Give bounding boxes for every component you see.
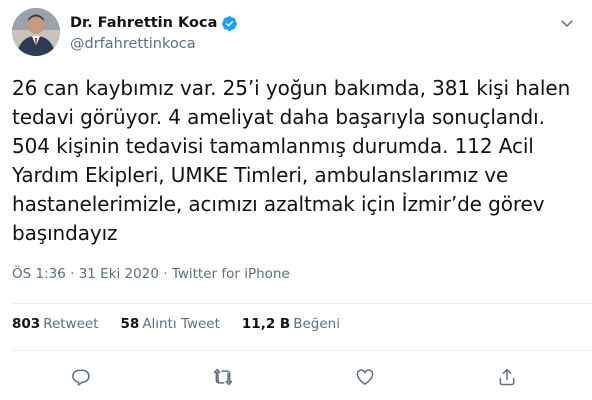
tweet-source[interactable]: Twitter for iPhone bbox=[172, 266, 290, 282]
meta-separator: · bbox=[70, 266, 75, 282]
retweet-label: Retweet bbox=[43, 316, 99, 332]
action-bar bbox=[12, 360, 580, 394]
tweet-date[interactable]: 31 Eki 2020 bbox=[79, 266, 159, 282]
tweet-meta: ÖS 1:36 · 31 Eki 2020 · Twitter for iPho… bbox=[12, 266, 290, 282]
share-icon bbox=[497, 367, 517, 387]
meta-separator: · bbox=[163, 266, 168, 282]
name-block: Dr. Fahrettin Koca @drfahrettinkoca bbox=[70, 13, 238, 52]
tweet-time[interactable]: ÖS 1:36 bbox=[12, 266, 66, 282]
tweet-header: Dr. Fahrettin Koca @drfahrettinkoca bbox=[12, 8, 580, 58]
reply-button[interactable] bbox=[64, 360, 98, 394]
like-button[interactable] bbox=[348, 360, 382, 394]
heart-icon bbox=[355, 367, 375, 387]
divider bbox=[12, 303, 592, 304]
tweet-stats: 803 Retweet 58 Alıntı Tweet 11,2 B Beğeni bbox=[12, 316, 362, 332]
quote-count: 58 bbox=[120, 316, 140, 332]
verified-badge-icon bbox=[221, 15, 238, 32]
quote-label: Alıntı Tweet bbox=[142, 316, 220, 332]
avatar[interactable] bbox=[12, 8, 60, 56]
retweet-stat[interactable]: 803 Retweet bbox=[12, 316, 99, 332]
retweet-icon bbox=[212, 367, 234, 387]
like-stat[interactable]: 11,2 B Beğeni bbox=[242, 316, 340, 332]
divider bbox=[12, 350, 592, 351]
handle[interactable]: @drfahrettinkoca bbox=[70, 36, 238, 52]
retweet-count: 803 bbox=[12, 316, 41, 332]
retweet-button[interactable] bbox=[206, 360, 240, 394]
like-label: Beğeni bbox=[293, 316, 340, 332]
share-button[interactable] bbox=[490, 360, 524, 394]
reply-icon bbox=[71, 367, 91, 387]
chevron-down-icon[interactable] bbox=[554, 10, 580, 36]
quote-stat[interactable]: 58 Alıntı Tweet bbox=[121, 316, 220, 332]
display-name[interactable]: Dr. Fahrettin Koca bbox=[70, 15, 217, 31]
tweet-text: 26 can kaybımız var. 25’i yoğun bakımda,… bbox=[12, 76, 571, 245]
like-count: 11,2 B bbox=[241, 316, 291, 332]
